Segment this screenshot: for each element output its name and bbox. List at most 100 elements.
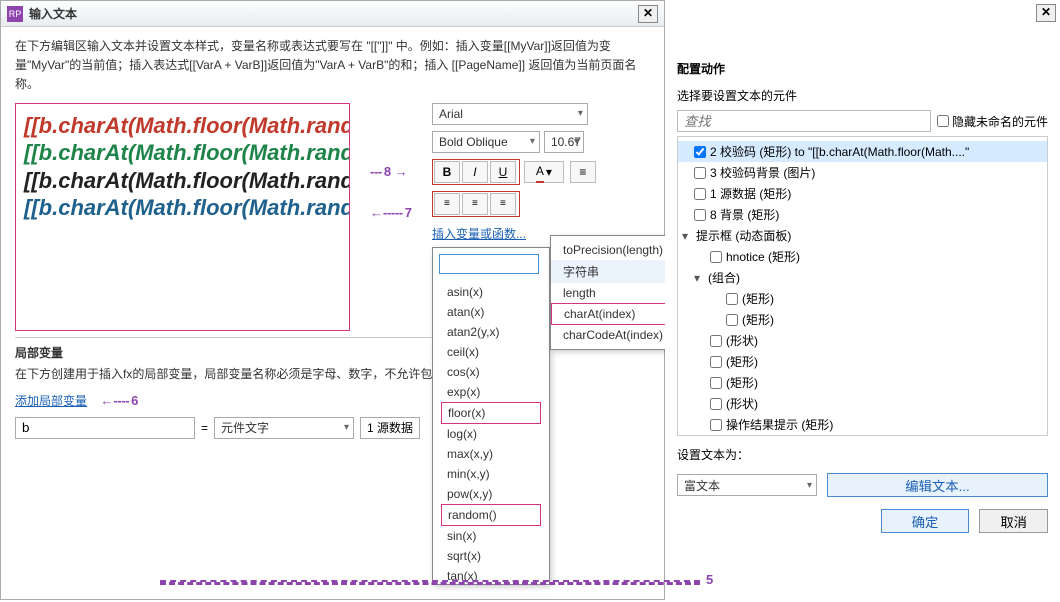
tree-checkbox[interactable] (710, 335, 722, 347)
action-config-panel: ✕ 配置动作 选择要设置文本的元件 隐藏未命名的元件 2 校验码 (矩形) to… (665, 0, 1060, 600)
tree-row[interactable]: (形状) (678, 330, 1047, 351)
tree-row[interactable]: (形状) (678, 393, 1047, 414)
tree-row[interactable]: (矩形) (678, 288, 1047, 309)
add-local-var-link[interactable]: 添加局部变量 (15, 394, 87, 408)
app-icon: RP (7, 6, 23, 22)
align-center-button[interactable]: ≡ (462, 193, 488, 215)
tree-label: hnotice (矩形) (726, 248, 800, 265)
equals-label: = (201, 421, 208, 435)
dialog-title: 输入文本 (29, 5, 77, 22)
function-item[interactable]: asin(x) (441, 282, 541, 302)
font-color-button[interactable]: A ▾ (524, 161, 564, 183)
select-widget-label: 选择要设置文本的元件 (677, 87, 1048, 104)
function-item[interactable]: pow(x,y) (441, 484, 541, 504)
tree-label: 3 校验码背景 (图片) (710, 164, 815, 181)
function-item[interactable]: sin(x) (441, 526, 541, 546)
tree-label: 操作结果提示 (矩形) (726, 416, 833, 433)
tree-label: (形状) (726, 332, 758, 349)
tree-label: (矩形) (726, 374, 758, 391)
annotation-5: 5 (706, 572, 713, 587)
font-family-combo[interactable]: Arial (432, 103, 588, 125)
tree-row[interactable]: ▾ 提示框 (动态面板) (678, 225, 1047, 246)
tree-label: (矩形) (726, 353, 758, 370)
tree-row[interactable]: (矩形) (678, 309, 1047, 330)
tree-checkbox[interactable] (694, 167, 706, 179)
italic-button[interactable]: I (462, 161, 488, 183)
widget-search-input[interactable] (677, 110, 931, 132)
annotation-8: - - - 8 → (370, 164, 412, 179)
edit-text-button[interactable]: 编辑文本... (827, 473, 1048, 497)
tree-label: 2 校验码 (矩形) to "[[b.charAt(Math.floor(Mat… (710, 143, 969, 160)
tree-row[interactable]: 2 校验码 (矩形) to "[[b.charAt(Math.floor(Mat… (678, 141, 1047, 162)
twisty-icon[interactable]: ▾ (682, 229, 692, 243)
bold-button[interactable]: B (434, 161, 460, 183)
underline-button[interactable]: U (490, 161, 516, 183)
function-item[interactable]: floor(x) (441, 402, 541, 424)
local-var-row: = 元件文字 1 源数据 (15, 417, 650, 439)
tree-row[interactable]: hnotice (矩形) (678, 246, 1047, 267)
text-editor[interactable]: [[b.charAt(Math.floor(Math.random()*62))… (15, 103, 350, 331)
function-item[interactable]: log(x) (441, 424, 541, 444)
tree-row[interactable]: 8 背景 (矩形) (678, 204, 1047, 225)
tree-checkbox[interactable] (710, 377, 722, 389)
right-close-button[interactable]: ✕ (1036, 4, 1056, 22)
instructions-text: 在下方编辑区输入文本并设置文本样式，变量名称或表达式要写在 "[["]]" 中。… (15, 37, 650, 95)
var-source-combo[interactable]: 元件文字 (214, 417, 354, 439)
function-popup: asin(x)atan(x)atan2(y,x)ceil(x)cos(x)exp… (432, 247, 550, 585)
tree-label: 8 背景 (矩形) (710, 206, 779, 223)
config-action-title: 配置动作 (677, 60, 1048, 77)
function-list: asin(x)atan(x)atan2(y,x)ceil(x)cos(x)exp… (433, 280, 549, 594)
function-item[interactable]: max(x,y) (441, 444, 541, 464)
tree-checkbox[interactable] (710, 356, 722, 368)
text-mode-combo[interactable]: 富文本 (677, 474, 817, 496)
cancel-button[interactable]: 取消 (979, 509, 1048, 533)
tree-row[interactable]: 操作结果提示 (矩形) (678, 414, 1047, 435)
function-item[interactable]: sqrt(x) (441, 546, 541, 566)
style-group: B I U (432, 159, 520, 185)
function-item[interactable]: atan2(y,x) (441, 322, 541, 342)
font-size-combo[interactable]: 10.67 (544, 131, 584, 153)
var-name-input[interactable] (15, 417, 195, 439)
close-button[interactable]: ✕ (638, 5, 658, 23)
ok-button[interactable]: 确定 (881, 509, 970, 533)
editor-line: [[b.charAt(Math.floor(Math.random()*62))… (24, 167, 341, 195)
editor-line: [[b.charAt(Math.floor(Math.random()*62))… (24, 112, 341, 140)
tree-checkbox[interactable] (726, 314, 738, 326)
font-style-combo[interactable]: Bold Oblique (432, 131, 540, 153)
twisty-icon[interactable]: ▾ (694, 271, 704, 285)
tree-row[interactable]: 1 源数据 (矩形) (678, 183, 1047, 204)
hide-unnamed-checkbox[interactable]: 隐藏未命名的元件 (937, 113, 1048, 130)
tree-label: (组合) (708, 269, 740, 286)
function-item[interactable]: ceil(x) (441, 342, 541, 362)
editor-line: [[b.charAt(Math.floor(Math.random()*62))… (24, 194, 341, 222)
align-left-button[interactable]: ≡ (434, 193, 460, 215)
insert-variable-link[interactable]: 插入变量或函数... (432, 225, 526, 242)
widget-tree[interactable]: 2 校验码 (矩形) to "[[b.charAt(Math.floor(Mat… (677, 136, 1048, 436)
local-var-instructions: 在下方创建用于插入fx的局部变量，局部变量名称必须是字母、数字，不允许包含空格。 (15, 365, 650, 384)
annotation-6: ←- - - - 6 (100, 393, 138, 408)
tree-checkbox[interactable] (694, 188, 706, 200)
function-search-input[interactable] (439, 254, 539, 274)
tree-checkbox[interactable] (694, 146, 706, 158)
tree-label: (形状) (726, 395, 758, 412)
tree-checkbox[interactable] (726, 293, 738, 305)
function-item[interactable]: atan(x) (441, 302, 541, 322)
tree-checkbox[interactable] (710, 398, 722, 410)
tree-checkbox[interactable] (694, 209, 706, 221)
tree-row[interactable]: ▾ (组合) (678, 267, 1047, 288)
tree-checkbox[interactable] (710, 251, 722, 263)
var-target-field[interactable]: 1 源数据 (360, 417, 420, 439)
bullet-list-button[interactable]: ≡ (570, 161, 596, 183)
function-item[interactable]: exp(x) (441, 382, 541, 402)
tree-row[interactable]: (矩形) (678, 372, 1047, 393)
function-item[interactable]: random() (441, 504, 541, 526)
tree-label: 提示框 (动态面板) (696, 227, 791, 244)
function-item[interactable]: cos(x) (441, 362, 541, 382)
align-right-button[interactable]: ≡ (490, 193, 516, 215)
function-item[interactable]: tan(x) (441, 566, 541, 586)
tree-row[interactable]: (矩形) (678, 351, 1047, 372)
tree-row[interactable]: 3 校验码背景 (图片) (678, 162, 1047, 183)
tree-checkbox[interactable] (710, 419, 722, 431)
function-item[interactable]: min(x,y) (441, 464, 541, 484)
tree-label: (矩形) (742, 290, 774, 307)
